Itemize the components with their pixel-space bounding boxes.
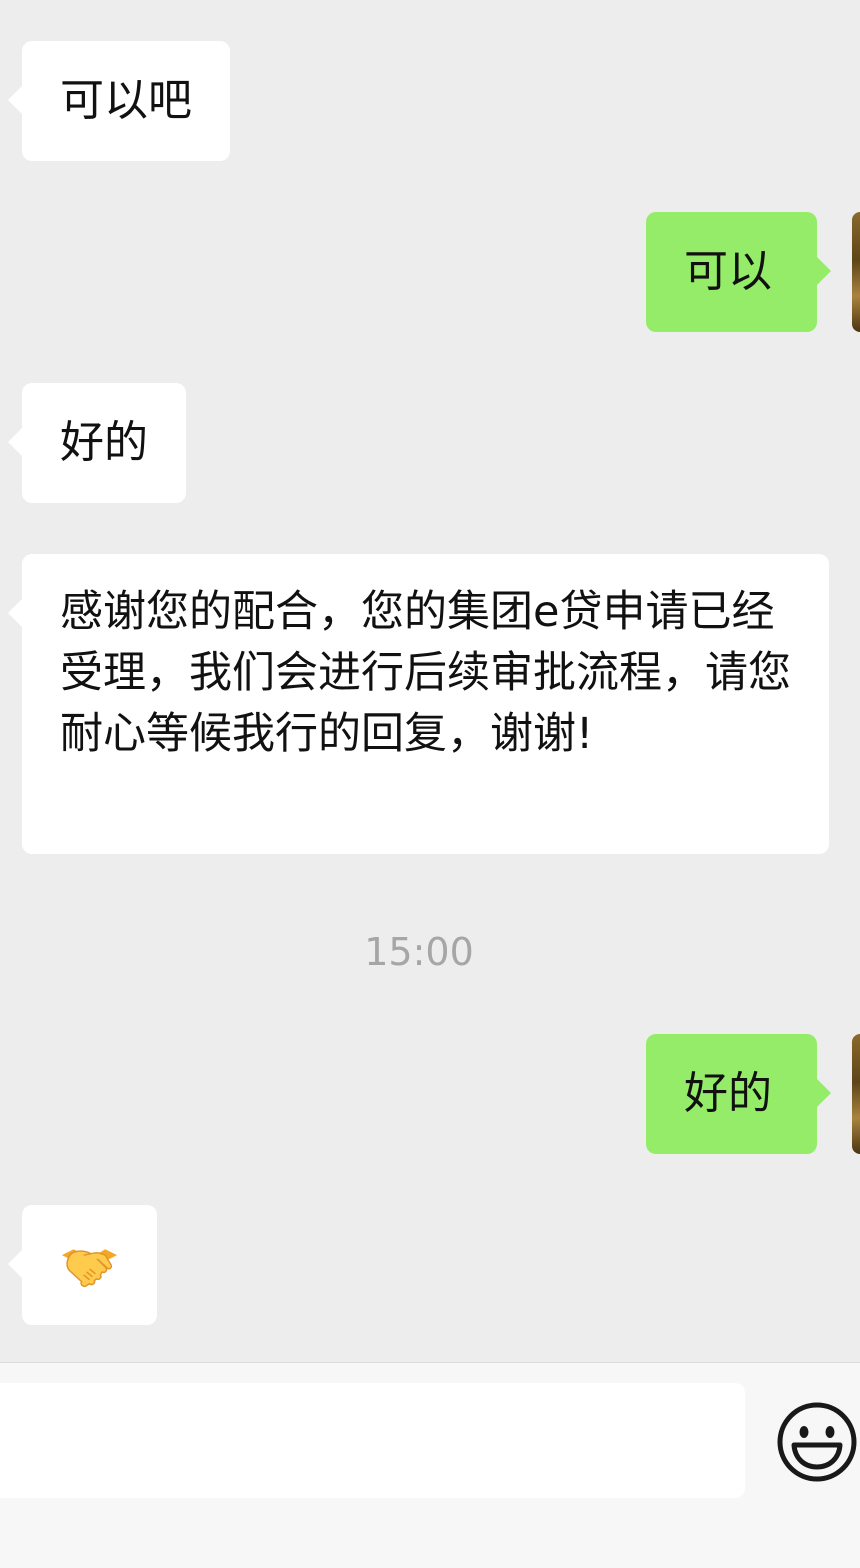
message-timestamp: 15:00 [364, 930, 474, 974]
handshake-emoji-icon [61, 1249, 118, 1288]
incoming-message-bubble[interactable]: 好的 [8, 383, 186, 503]
incoming-message-bubble[interactable] [8, 1205, 157, 1325]
message-input[interactable] [0, 1383, 745, 1498]
input-bar [0, 1362, 860, 1568]
outgoing-message-bubble[interactable]: 好的 [646, 1034, 831, 1154]
smiley-face-icon[interactable] [776, 1401, 858, 1483]
incoming-message-bubble[interactable]: 感谢您的配合，您的集团e贷申请已经受理，我们会进行后续审批流程，请您耐心等候我行… [8, 554, 829, 854]
message-text: 感谢您的配合，您的集团e贷申请已经受理，我们会进行后续审批流程，请您耐心等候我行… [60, 587, 791, 759]
message-text: 可以 [684, 246, 772, 297]
incoming-message-bubble[interactable]: 可以吧 [8, 41, 230, 161]
message-text: 可以吧 [60, 75, 192, 126]
message-text: 好的 [684, 1068, 772, 1119]
my-avatar[interactable] [852, 212, 860, 332]
message-text: 好的 [60, 417, 148, 468]
outgoing-message-bubble[interactable]: 可以 [646, 212, 831, 332]
chat-message-list[interactable]: 可以吧 可以 好的 感谢您的配合，您的集团e贷申请已经受理，我们会进行后续审批流… [0, 0, 860, 1362]
my-avatar[interactable] [852, 1034, 860, 1154]
